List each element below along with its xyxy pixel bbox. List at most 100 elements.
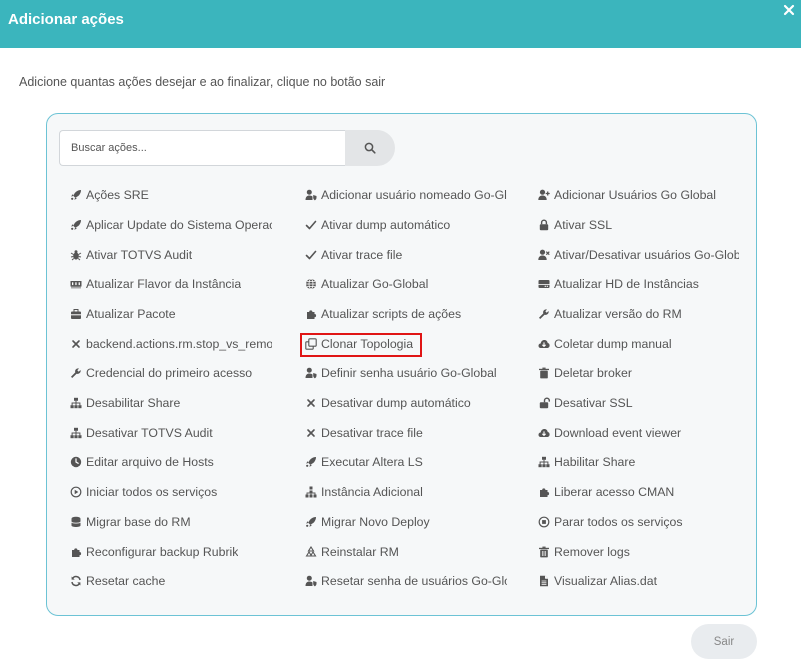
action-label: Coletar dump manual xyxy=(554,337,672,351)
action-label: Atualizar HD de Instâncias xyxy=(554,277,699,291)
modal-title: Adicionar ações xyxy=(8,11,124,28)
action-label: Atualizar scripts de ações xyxy=(321,307,462,321)
action-item[interactable]: Executar Altera LS xyxy=(304,453,507,471)
action-item[interactable]: Migrar base do RM xyxy=(69,513,272,531)
action-label: Ativar trace file xyxy=(321,248,403,262)
action-item[interactable]: Credencial do primeiro acesso xyxy=(69,364,272,382)
action-item[interactable]: backend.actions.rm.stop_vs_remote xyxy=(69,335,272,353)
action-item[interactable]: Desativar dump automático xyxy=(304,394,507,412)
action-item[interactable]: Desativar trace file xyxy=(304,424,507,442)
action-item[interactable]: Migrar Novo Deploy xyxy=(304,513,507,531)
stop-circle-icon xyxy=(537,515,551,529)
modal-header: Adicionar ações xyxy=(0,0,801,48)
action-item[interactable]: Liberar acesso CMAN xyxy=(537,483,740,501)
action-item[interactable]: Atualizar Pacote xyxy=(69,305,272,323)
action-label: Editar arquivo de Hosts xyxy=(86,455,214,469)
action-item[interactable]: Ativar trace file xyxy=(304,246,507,264)
action-item[interactable]: Desabilitar Share xyxy=(69,394,272,412)
action-item[interactable]: Iniciar todos os serviços xyxy=(69,483,272,501)
action-item[interactable]: Download event viewer xyxy=(537,424,740,442)
action-label: backend.actions.rm.stop_vs_remote xyxy=(86,337,272,351)
action-item[interactable]: Editar arquivo de Hosts xyxy=(69,453,272,471)
action-label: Desativar trace file xyxy=(321,426,423,440)
sitemap-icon xyxy=(537,455,551,469)
action-item[interactable]: Ativar SSL xyxy=(537,216,740,234)
close-button[interactable] xyxy=(781,2,797,18)
action-label: Desativar dump automático xyxy=(321,396,471,410)
action-label: Desativar TOTVS Audit xyxy=(86,426,213,440)
toolbox-icon xyxy=(69,307,83,321)
action-label: Adicionar usuário nomeado Go-Global xyxy=(321,188,507,202)
action-label: Atualizar versão do RM xyxy=(554,307,682,321)
action-label: Ativar SSL xyxy=(554,218,613,232)
action-label: Habilitar Share xyxy=(554,455,636,469)
action-item[interactable]: Deletar broker xyxy=(537,364,740,382)
action-item[interactable]: Ativar dump automático xyxy=(304,216,507,234)
globe-icon xyxy=(304,277,318,291)
action-item[interactable]: Atualizar Go-Global xyxy=(304,275,507,293)
exit-button[interactable]: Sair xyxy=(691,624,757,659)
action-item[interactable]: Adicionar Usuários Go Global xyxy=(537,186,740,204)
recycle-icon xyxy=(304,545,318,559)
action-item[interactable]: Atualizar Flavor da Instância xyxy=(69,275,272,293)
action-item[interactable]: Definir senha usuário Go-Global xyxy=(304,364,507,382)
action-label: Desativar SSL xyxy=(554,396,633,410)
action-item[interactable]: Instância Adicional xyxy=(304,483,507,501)
rocket-icon xyxy=(69,188,83,202)
action-item[interactable]: Aplicar Update do Sistema Operacional xyxy=(69,216,272,234)
database-icon xyxy=(69,515,83,529)
trash-icon xyxy=(537,366,551,380)
x-icon xyxy=(304,396,318,410)
action-item[interactable]: Atualizar versão do RM xyxy=(537,305,740,323)
sync-icon xyxy=(69,574,83,588)
action-label: Visualizar Alias.dat xyxy=(554,574,657,588)
action-item[interactable]: Ativar TOTVS Audit xyxy=(69,246,272,264)
wrench-icon xyxy=(537,307,551,321)
check-icon xyxy=(304,248,318,262)
action-item[interactable]: Adicionar usuário nomeado Go-Global xyxy=(304,186,507,204)
action-item[interactable]: Ações SRE xyxy=(69,186,272,204)
action-item[interactable]: Atualizar HD de Instâncias xyxy=(537,275,740,293)
puzzle-icon xyxy=(537,485,551,499)
action-item[interactable]: Coletar dump manual xyxy=(537,335,740,353)
action-item[interactable]: Resetar cache xyxy=(69,572,272,590)
action-item[interactable]: Atualizar scripts de ações xyxy=(304,305,507,323)
close-icon xyxy=(783,4,795,16)
user-plus-icon xyxy=(537,188,551,202)
modal-subtitle: Adicione quantas ações desejar e ao fina… xyxy=(19,75,386,89)
action-label: Reconfigurar backup Rubrik xyxy=(86,545,239,559)
hdd-icon xyxy=(537,277,551,291)
action-item[interactable]: Ativar/Desativar usuários Go-Global xyxy=(537,246,740,264)
action-item[interactable]: Remover logs xyxy=(537,543,740,561)
action-item[interactable]: Reinstalar RM xyxy=(304,543,507,561)
actions-grid: Ações SRE Aplicar Update do Sistema Opera… xyxy=(47,114,756,615)
puzzle-icon xyxy=(69,545,83,559)
trash-alt-icon xyxy=(537,545,551,559)
action-label: Iniciar todos os serviços xyxy=(86,485,218,499)
action-item[interactable]: Parar todos os serviços xyxy=(537,513,740,531)
network-icon xyxy=(304,485,318,499)
action-label: Resetar cache xyxy=(86,574,166,588)
file-icon xyxy=(537,574,551,588)
sitemap-icon xyxy=(69,396,83,410)
action-label: Executar Altera LS xyxy=(321,455,423,469)
action-label: Resetar senha de usuários Go-Global xyxy=(321,574,507,588)
action-item[interactable]: Desativar TOTVS Audit xyxy=(69,424,272,442)
action-label: Definir senha usuário Go-Global xyxy=(321,366,497,380)
user-shield-icon xyxy=(304,574,318,588)
unlock-icon xyxy=(537,396,551,410)
action-label: Instância Adicional xyxy=(321,485,423,499)
action-item[interactable]: Habilitar Share xyxy=(537,453,740,471)
action-label: Atualizar Go-Global xyxy=(321,277,429,291)
play-circle-icon xyxy=(69,485,83,499)
action-item[interactable]: Reconfigurar backup Rubrik xyxy=(69,543,272,561)
action-label: Atualizar Flavor da Instância xyxy=(86,277,242,291)
x-icon xyxy=(304,426,318,440)
action-label: Desabilitar Share xyxy=(86,396,181,410)
action-item[interactable]: Visualizar Alias.dat xyxy=(537,572,740,590)
action-label: Ações SRE xyxy=(86,188,149,202)
action-item[interactable]: Resetar senha de usuários Go-Global xyxy=(304,572,507,590)
action-item[interactable]: Desativar SSL xyxy=(537,394,740,412)
action-label: Migrar base do RM xyxy=(86,515,191,529)
rocket-icon xyxy=(304,455,318,469)
